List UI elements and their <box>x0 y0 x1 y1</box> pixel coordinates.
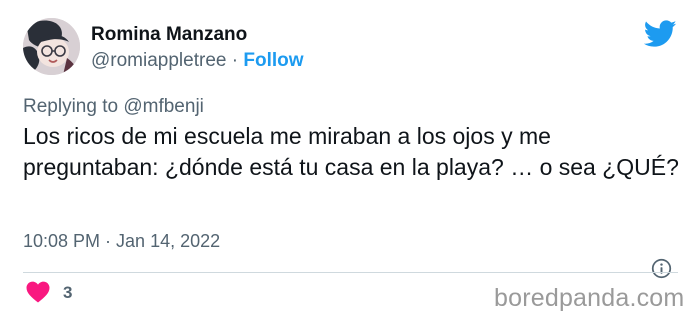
replying-to-line: Replying to @mfbenji <box>23 96 204 118</box>
author-display-name[interactable]: Romina Manzano <box>91 24 247 46</box>
author-handle[interactable]: @romiappletree <box>91 50 226 71</box>
replying-to-label: Replying to <box>23 96 119 117</box>
tweet-text: Los ricos de mi escuela me miraban a los… <box>23 123 679 180</box>
divider <box>23 272 678 273</box>
heart-icon[interactable] <box>26 281 50 303</box>
author-handle-row: @romiappletree · Follow <box>91 50 304 72</box>
avatar-illustration <box>23 18 80 75</box>
watermark: boredpanda.com <box>494 284 685 312</box>
follow-button[interactable]: Follow <box>243 50 303 71</box>
reply-handle-link[interactable]: @mfbenji <box>123 96 204 117</box>
info-icon[interactable] <box>651 258 672 279</box>
avatar[interactable] <box>23 18 80 75</box>
handle-separator: · <box>231 50 239 71</box>
like-count: 3 <box>63 283 73 302</box>
twitter-bird-icon[interactable] <box>644 20 677 48</box>
tweet-timestamp[interactable]: 10:08 PM · Jan 14, 2022 <box>23 230 220 252</box>
